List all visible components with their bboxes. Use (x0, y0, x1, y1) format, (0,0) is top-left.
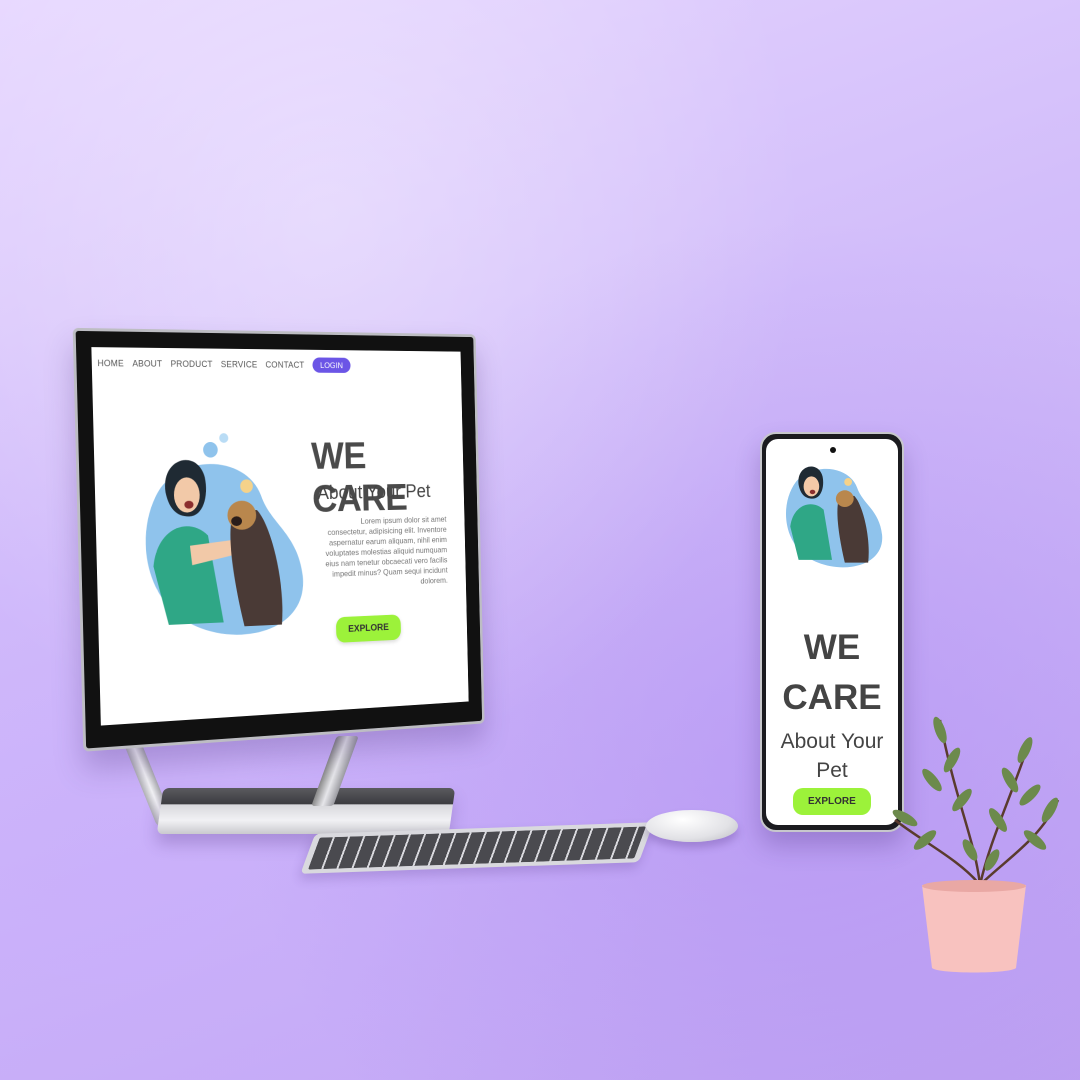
phone-explore-button[interactable]: EXPLORE (793, 788, 871, 815)
hero-body-text: Lorem ipsum dolor sit amet consectetur, … (325, 514, 448, 586)
desktop-screen: HOME ABOUT PRODUCT SERVICE CONTACT LOGIN (91, 347, 469, 726)
explore-button[interactable]: EXPLORE (335, 614, 401, 643)
login-button[interactable]: LOGIN (312, 357, 351, 373)
mouse (646, 810, 738, 842)
phone-subheadline-line2: Pet (816, 759, 848, 782)
vet-with-dog-illustration (143, 433, 305, 640)
plant-pot-icon (892, 716, 1060, 973)
desktop-monitor: HOME ABOUT PRODUCT SERVICE CONTACT LOGIN (72, 327, 485, 752)
nav-product[interactable]: PRODUCT (170, 359, 212, 369)
desktop-nav: HOME ABOUT PRODUCT SERVICE CONTACT LOGIN (97, 355, 351, 373)
nav-service[interactable]: SERVICE (221, 359, 258, 369)
phone-vet-with-dog-illustration (785, 466, 883, 568)
phone-headline-line2: CARE (782, 678, 882, 717)
phone-subheadline: About Your Pet (766, 727, 898, 785)
phone-screen: WE CARE About Your Pet EXPLORE (766, 439, 898, 825)
hero-headline: WE CARE (310, 435, 408, 521)
phone-headline-line1: WE (803, 628, 861, 667)
hero-subheadline: About Your Pet (317, 481, 431, 504)
nav-home[interactable]: HOME (97, 358, 124, 368)
nav-contact[interactable]: CONTACT (265, 360, 304, 370)
nav-about[interactable]: ABOUT (132, 358, 162, 368)
phone-headline: WE CARE (766, 623, 898, 723)
monitor-stand-base (156, 788, 456, 834)
phone-subheadline-line1: About Your (780, 730, 884, 753)
